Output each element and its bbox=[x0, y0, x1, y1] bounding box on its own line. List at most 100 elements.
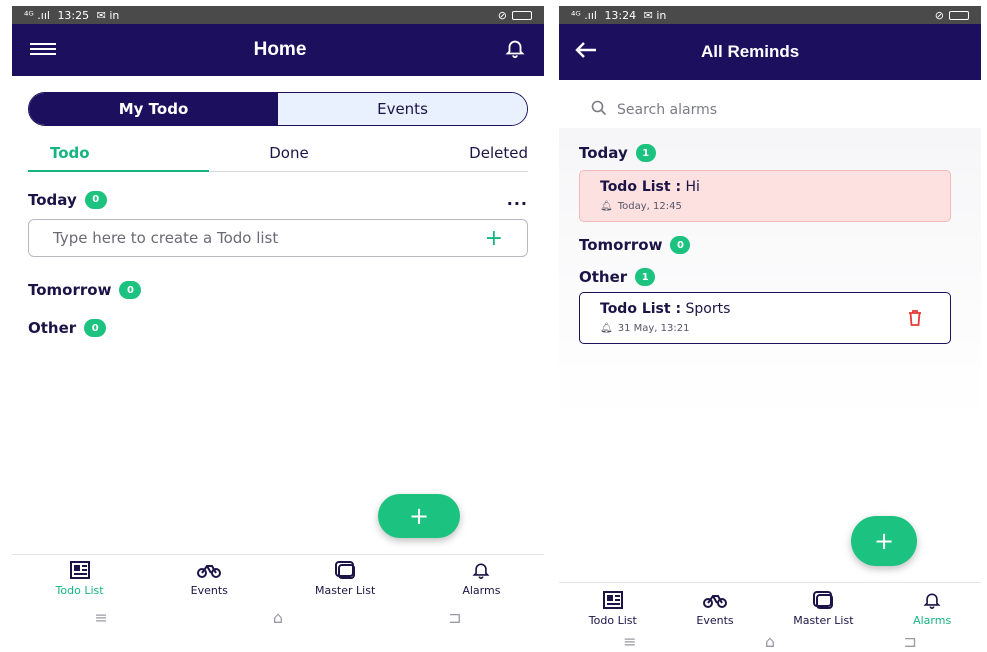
reminder-prefix: Todo List : bbox=[600, 301, 682, 317]
section-today: Today 0 bbox=[28, 190, 107, 209]
battery-icon bbox=[949, 10, 969, 20]
reminder-card[interactable]: Todo List : Sports 🔔︎ 31 May, 13:21 bbox=[579, 292, 951, 344]
mute-icon: ⊘ bbox=[934, 8, 944, 22]
back-arrow-icon[interactable] bbox=[575, 41, 597, 63]
count-badge: 0 bbox=[84, 319, 107, 337]
tab-done[interactable]: Done bbox=[209, 138, 369, 172]
status-bar: ⁴ᴳ .ııl 13:25 ✉ in ⊘ bbox=[12, 6, 544, 24]
back-icon[interactable]: ⊐ bbox=[903, 632, 916, 651]
status-tabs: Todo Done Deleted bbox=[28, 138, 528, 172]
nav-events[interactable]: Events bbox=[191, 561, 228, 600]
app-bar: All Reminds bbox=[559, 24, 981, 80]
todo-list-icon bbox=[69, 561, 90, 582]
reminder-time: Today, 12:45 bbox=[617, 201, 682, 212]
section-label: Other bbox=[28, 319, 77, 337]
nav-master-list[interactable]: Master List bbox=[315, 561, 375, 600]
reminder-title: Hi bbox=[685, 179, 700, 195]
home-icon[interactable]: ⌂ bbox=[273, 608, 283, 630]
section-today: Today 1 bbox=[579, 144, 961, 162]
bicycle-icon bbox=[703, 591, 728, 612]
notification-icons: ✉ in bbox=[96, 8, 120, 22]
bell-icon bbox=[471, 561, 491, 582]
search-bar[interactable]: Search alarms bbox=[591, 100, 981, 120]
reminds-list: Today 1 Todo List : Hi 🔔︎ Today, 12:45 To… bbox=[559, 128, 981, 428]
section-tomorrow: Tomorrow 0 bbox=[28, 281, 528, 299]
master-list-icon bbox=[333, 561, 357, 582]
bell-icon: 🔔︎ bbox=[600, 323, 613, 334]
section-label: Tomorrow bbox=[579, 236, 663, 254]
section-label: Tomorrow bbox=[28, 281, 112, 299]
nav-label: Events bbox=[190, 584, 228, 597]
new-todo-input[interactable]: Type here to create a Todo list + bbox=[28, 219, 528, 257]
nav-label: Master List bbox=[793, 614, 854, 627]
count-badge: 0 bbox=[119, 281, 142, 299]
count-badge: 1 bbox=[635, 268, 656, 286]
bell-icon: 🔔︎ bbox=[600, 201, 613, 212]
nav-todo-list[interactable]: Todo List bbox=[56, 561, 104, 600]
home-screen: ⁴ᴳ .ııl 13:25 ✉ in ⊘ Home My Todo Events… bbox=[12, 6, 544, 652]
count-badge: 1 bbox=[635, 144, 656, 162]
section-other: Other 1 bbox=[579, 268, 961, 286]
nav-label: Master List bbox=[314, 584, 376, 597]
nav-label: Alarms bbox=[462, 584, 501, 597]
status-time: 13:24 bbox=[604, 8, 637, 22]
bell-icon bbox=[922, 591, 942, 612]
signal-icon: ⁴ᴳ .ııl bbox=[24, 8, 50, 22]
count-badge: 0 bbox=[670, 236, 691, 254]
nav-alarms[interactable]: Alarms bbox=[462, 561, 500, 600]
home-icon[interactable]: ⌂ bbox=[765, 632, 775, 651]
notification-icons: ✉ in bbox=[643, 8, 667, 22]
tab-todo[interactable]: Todo bbox=[28, 138, 210, 172]
nav-events[interactable]: Events bbox=[696, 591, 734, 627]
reminder-prefix: Todo List : bbox=[600, 179, 682, 195]
more-options-icon[interactable]: ... bbox=[507, 190, 528, 209]
new-todo-placeholder: Type here to create a Todo list bbox=[53, 229, 279, 247]
search-icon bbox=[591, 100, 607, 120]
search-input[interactable]: Search alarms bbox=[617, 102, 717, 118]
all-reminds-screen: ⁴ᴳ .ııl 13:24 ✉ in ⊘ All Reminds Search … bbox=[559, 6, 981, 652]
master-list-icon bbox=[811, 591, 835, 612]
nav-label: Todo List bbox=[55, 584, 104, 597]
bottom-nav: Todo List Events Master List Alarms bbox=[559, 582, 981, 627]
status-time: 13:25 bbox=[57, 8, 90, 22]
signal-icon: ⁴ᴳ .ııl bbox=[571, 8, 597, 22]
bottom-nav: Todo List Events Master List Alarms bbox=[12, 554, 544, 600]
recents-icon[interactable]: ≡ bbox=[95, 608, 108, 630]
segment-events[interactable]: Events bbox=[278, 93, 527, 125]
section-label: Other bbox=[579, 268, 628, 286]
back-icon[interactable]: ⊐ bbox=[448, 608, 461, 630]
system-nav-bar: ≡ ⌂ ⊐ bbox=[12, 608, 544, 630]
nav-alarms[interactable]: Alarms bbox=[913, 591, 952, 627]
reminder-card[interactable]: Todo List : Hi 🔔︎ Today, 12:45 bbox=[579, 170, 951, 222]
page-title: Home bbox=[253, 39, 307, 60]
app-bar: Home bbox=[12, 24, 544, 76]
bicycle-icon bbox=[197, 561, 222, 582]
battery-icon bbox=[512, 10, 532, 20]
add-reminder-button[interactable]: + bbox=[851, 516, 917, 566]
delete-icon[interactable] bbox=[908, 310, 922, 330]
menu-icon[interactable] bbox=[30, 41, 56, 60]
segment-my-todo[interactable]: My Todo bbox=[29, 93, 278, 125]
add-todo-button[interactable]: + bbox=[378, 494, 460, 538]
page-title: All Reminds bbox=[701, 42, 800, 61]
nav-todo-list[interactable]: Todo List bbox=[588, 591, 637, 627]
section-label: Today bbox=[579, 144, 628, 162]
nav-label: Events bbox=[696, 614, 734, 627]
bell-icon[interactable] bbox=[504, 37, 526, 63]
count-badge: 0 bbox=[84, 190, 107, 209]
system-nav-bar: ≡ ⌂ ⊐ bbox=[559, 632, 981, 651]
nav-label: Alarms bbox=[913, 614, 952, 627]
reminder-title: Sports bbox=[685, 301, 731, 317]
tab-deleted[interactable]: Deleted bbox=[368, 138, 528, 172]
section-tomorrow: Tomorrow 0 bbox=[579, 236, 961, 254]
mute-icon: ⊘ bbox=[497, 8, 507, 22]
nav-label: Todo List bbox=[588, 614, 637, 627]
nav-master-list[interactable]: Master List bbox=[793, 591, 854, 627]
section-label: Today bbox=[28, 190, 77, 209]
recents-icon[interactable]: ≡ bbox=[623, 632, 636, 651]
add-icon[interactable]: + bbox=[485, 226, 503, 251]
reminder-time: 31 May, 13:21 bbox=[617, 323, 690, 334]
todo-list-icon bbox=[602, 591, 623, 612]
status-bar: ⁴ᴳ .ııl 13:24 ✉ in ⊘ bbox=[559, 6, 981, 24]
section-other: Other 0 bbox=[28, 319, 528, 337]
